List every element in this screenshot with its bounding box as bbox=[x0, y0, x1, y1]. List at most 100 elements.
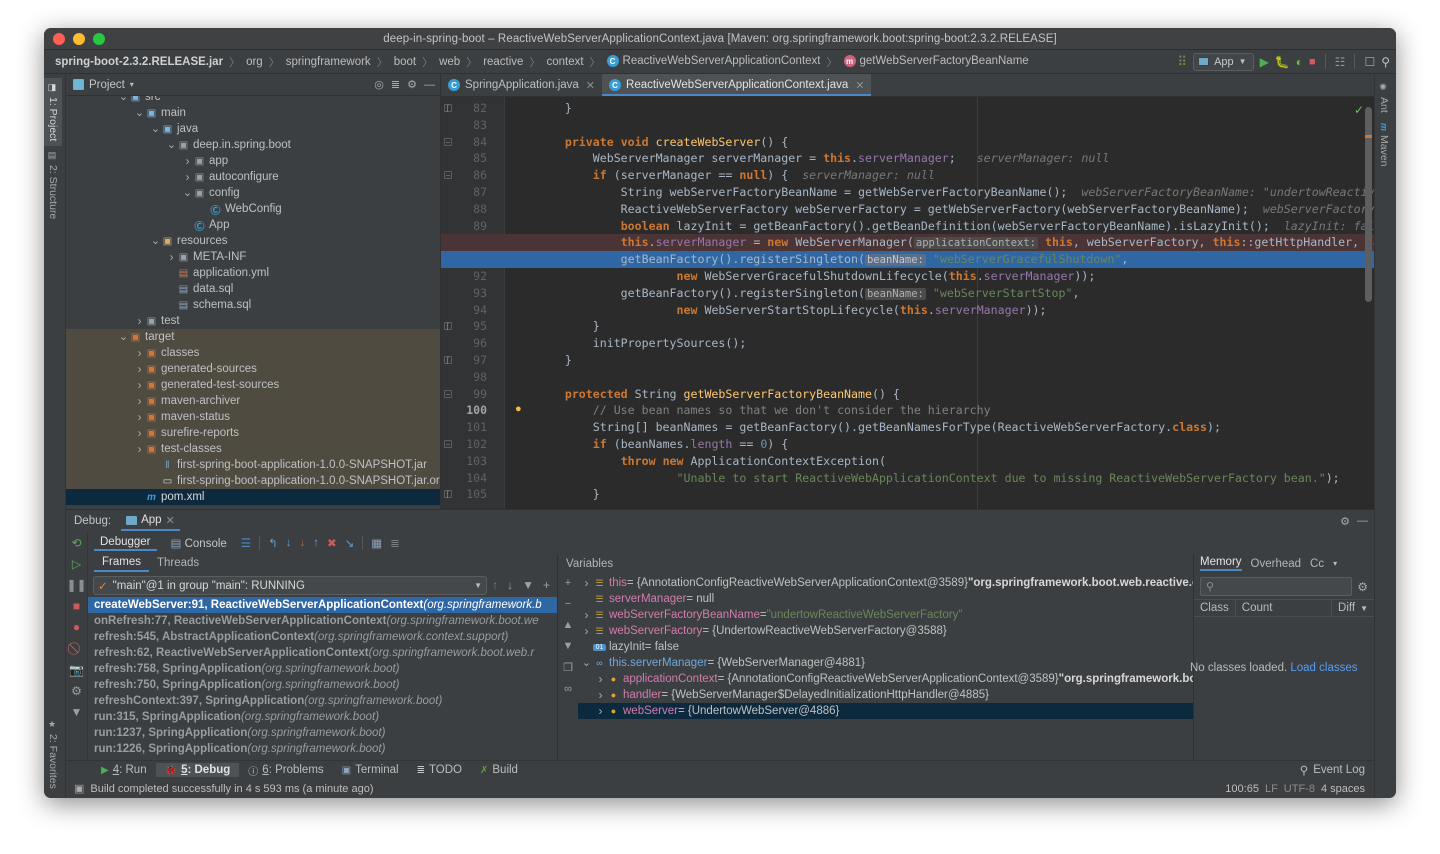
code-line[interactable]: String webServerFactoryBeanName = getWeb… bbox=[509, 184, 1374, 201]
code-line[interactable]: if (beanNames.length == 0) { bbox=[509, 436, 788, 453]
coverage-icon[interactable]: ◐ bbox=[1296, 55, 1303, 69]
tree-item[interactable]: ▭ first-spring-boot-application-1.0.0-SNA… bbox=[66, 473, 440, 489]
chevron-right-icon[interactable]: › bbox=[134, 410, 145, 424]
sidebar-item-favorites[interactable]: ★ 2: Favorites bbox=[44, 715, 62, 794]
tree-item[interactable]: › ▣ META-INF bbox=[66, 249, 440, 265]
screenshot-icon[interactable]: 📷 bbox=[69, 663, 84, 677]
tree-item[interactable]: Ⓒ App bbox=[66, 217, 440, 233]
editor-tab[interactable]: C ReactiveWebServerApplicationContext.jav… bbox=[602, 74, 872, 96]
close-icon[interactable]: ✕ bbox=[166, 514, 175, 527]
copy-icon[interactable]: ❐ bbox=[563, 661, 573, 674]
chevron-right-icon[interactable]: › bbox=[594, 688, 607, 702]
chevron-right-icon[interactable]: › bbox=[182, 170, 193, 184]
tree-item[interactable]: ▤ application.yml bbox=[66, 265, 440, 281]
code-line[interactable]: "Unable to start ReactiveWebApplicationC… bbox=[509, 470, 1340, 487]
chevron-down-icon[interactable]: ⌄ bbox=[150, 236, 161, 247]
close-icon[interactable]: ✕ bbox=[586, 79, 595, 92]
drop-frame-icon[interactable]: ✖ bbox=[327, 536, 337, 550]
bottom-tool-bar[interactable]: ▶ 4: Run 🐞 5: Debug ⓘ 6: Problems ▣ Terminal ≣ TO… bbox=[66, 760, 1374, 779]
tree-item[interactable]: › ▣ test-classes bbox=[66, 441, 440, 457]
chevron-right-icon[interactable]: › bbox=[134, 346, 145, 360]
add-icon[interactable]: + bbox=[565, 577, 571, 589]
fold-end-icon[interactable]: ⌈ bbox=[444, 356, 452, 365]
breadcrumb[interactable]: spring-boot-2.3.2.RELEASE.jar 〉 org 〉 spring… bbox=[54, 54, 1170, 70]
tool-window-button[interactable]: ⓘ 6: Problems bbox=[239, 762, 332, 779]
variable-row[interactable]: › ☰ webServerFactoryBeanName = "undertowRe… bbox=[578, 607, 1193, 623]
load-classes-link[interactable]: Load classes bbox=[1290, 662, 1357, 674]
tree-item[interactable]: › ▣ surefire-reports bbox=[66, 425, 440, 441]
chevron-right-icon[interactable]: › bbox=[134, 378, 145, 392]
fold-collapse-icon[interactable]: − bbox=[444, 440, 452, 449]
tab-cc[interactable]: Cc bbox=[1310, 558, 1324, 570]
chevron-down-icon[interactable]: ▼ bbox=[474, 581, 482, 590]
sidebar-item-structure[interactable]: ▤ 2: Structure bbox=[44, 146, 62, 224]
frame-item[interactable]: refresh:545, AbstractApplicationContext … bbox=[88, 629, 557, 645]
chevron-right-icon[interactable]: › bbox=[580, 624, 593, 638]
code-line[interactable]: getBeanFactory().registerSingleton(beanN… bbox=[509, 251, 1128, 268]
code-line[interactable]: throw new ApplicationContextException( bbox=[509, 453, 886, 470]
tree-item[interactable]: ⌄ ▣ deep.in.spring.boot bbox=[66, 137, 440, 153]
chevron-down-icon[interactable]: ▾ bbox=[130, 80, 134, 89]
tool-window-button[interactable]: ▣ Terminal bbox=[333, 763, 408, 777]
column-count[interactable]: Count bbox=[1236, 600, 1333, 616]
chevron-down-icon[interactable]: ▼ bbox=[1239, 57, 1247, 66]
chevron-down-icon[interactable]: ▾ bbox=[1333, 559, 1337, 568]
minimize-button[interactable] bbox=[73, 32, 85, 45]
chevron-down-icon[interactable]: ⌄ bbox=[166, 140, 177, 151]
thread-selector[interactable]: ✓ "main"@1 in group "main": RUNNING ▼ bbox=[93, 576, 488, 595]
variable-row[interactable]: ☰ serverManager = null bbox=[578, 591, 1193, 607]
breadcrumb-item[interactable]: context bbox=[545, 56, 584, 68]
chevron-right-icon[interactable]: › bbox=[580, 576, 593, 590]
tool-window-button[interactable]: ▶ 4: Run bbox=[92, 763, 156, 777]
tree-item[interactable]: ⌄ ▣ config bbox=[66, 185, 440, 201]
chevron-down-icon[interactable]: ⌄ bbox=[118, 96, 129, 103]
fold-collapse-icon[interactable]: − bbox=[444, 389, 452, 398]
code-line[interactable]: if (serverManager == null) { serverManag… bbox=[509, 167, 935, 184]
tool-window-button[interactable]: ≣ TODO bbox=[408, 763, 471, 777]
chevron-down-icon[interactable]: ⌄ bbox=[150, 124, 161, 135]
chevron-down-icon[interactable]: ⌄ bbox=[134, 108, 145, 119]
variable-row[interactable]: › ☰ this = {AnnotationConfigReactiveWebSer… bbox=[578, 575, 1194, 591]
chevron-right-icon[interactable]: › bbox=[134, 442, 145, 456]
tree-item[interactable]: › ▣ app bbox=[66, 153, 440, 169]
terminal-icon[interactable]: ☐ bbox=[1364, 55, 1375, 69]
close-button[interactable] bbox=[53, 32, 65, 45]
fold-strip[interactable]: ⌈ − − ⌈ ⌈ − − ⌈ bbox=[441, 97, 1374, 509]
frame-item[interactable]: createWebServer:91, ReactiveWebServerApp… bbox=[88, 597, 557, 613]
window-controls[interactable] bbox=[44, 32, 105, 45]
stop-icon[interactable]: ■ bbox=[73, 599, 80, 613]
frame-item[interactable]: refreshContext:397, SpringApplication (o… bbox=[88, 693, 557, 709]
tab-threads[interactable]: Threads bbox=[149, 556, 207, 571]
tree-item[interactable]: ⌄ ▣ src bbox=[66, 96, 440, 105]
chevron-right-icon[interactable]: › bbox=[182, 154, 193, 168]
tab-overhead[interactable]: Overhead bbox=[1251, 558, 1302, 570]
tab-console[interactable]: ▤ Console bbox=[165, 535, 233, 551]
tree-item[interactable]: Ⓒ WebConfig bbox=[66, 201, 440, 217]
variable-row[interactable]: › ☰ webServerFactory = {UndertowReactiveWe… bbox=[578, 623, 1193, 639]
caret-position[interactable]: 100:65 bbox=[1225, 783, 1259, 795]
hide-icon[interactable]: — bbox=[1357, 515, 1368, 527]
chevron-right-icon[interactable]: › bbox=[134, 394, 145, 408]
build-icon[interactable]: ⠿ bbox=[1178, 54, 1188, 70]
tree-item[interactable]: › ▣ classes bbox=[66, 345, 440, 361]
column-diff[interactable]: Diff ▼ bbox=[1332, 600, 1374, 616]
variable-row[interactable]: › ● handler = {WebServerManager$DelayedIni… bbox=[578, 687, 1193, 703]
collapse-all-icon[interactable]: ≣ bbox=[391, 78, 400, 91]
tree-item[interactable]: › ▣ generated-test-sources bbox=[66, 377, 440, 393]
code-line[interactable]: } bbox=[509, 100, 572, 117]
code-line[interactable]: initPropertySources(); bbox=[509, 335, 747, 352]
chevron-right-icon[interactable]: › bbox=[134, 426, 145, 440]
remove-icon[interactable]: − bbox=[565, 598, 571, 610]
line-separator[interactable]: LF bbox=[1265, 783, 1278, 795]
fold-collapse-icon[interactable]: − bbox=[444, 171, 452, 180]
code-line[interactable]: } bbox=[509, 318, 600, 335]
debug-icon[interactable]: 🐛 bbox=[1275, 55, 1290, 69]
tree-item[interactable]: › ▣ maven-status bbox=[66, 409, 440, 425]
close-icon[interactable]: ✕ bbox=[855, 79, 864, 92]
editor-tabs[interactable]: C SpringApplication.java ✕ C ReactiveWebServ… bbox=[441, 74, 1374, 97]
indent-setting[interactable]: 4 spaces bbox=[1321, 783, 1365, 795]
code-line[interactable]: ReactiveWebServerFactory webServerFactor… bbox=[509, 201, 1374, 218]
chevron-right-icon[interactable]: › bbox=[134, 314, 145, 328]
tree-item[interactable]: › ▣ maven-archiver bbox=[66, 393, 440, 409]
breadcrumb-item[interactable]: org bbox=[245, 56, 264, 68]
